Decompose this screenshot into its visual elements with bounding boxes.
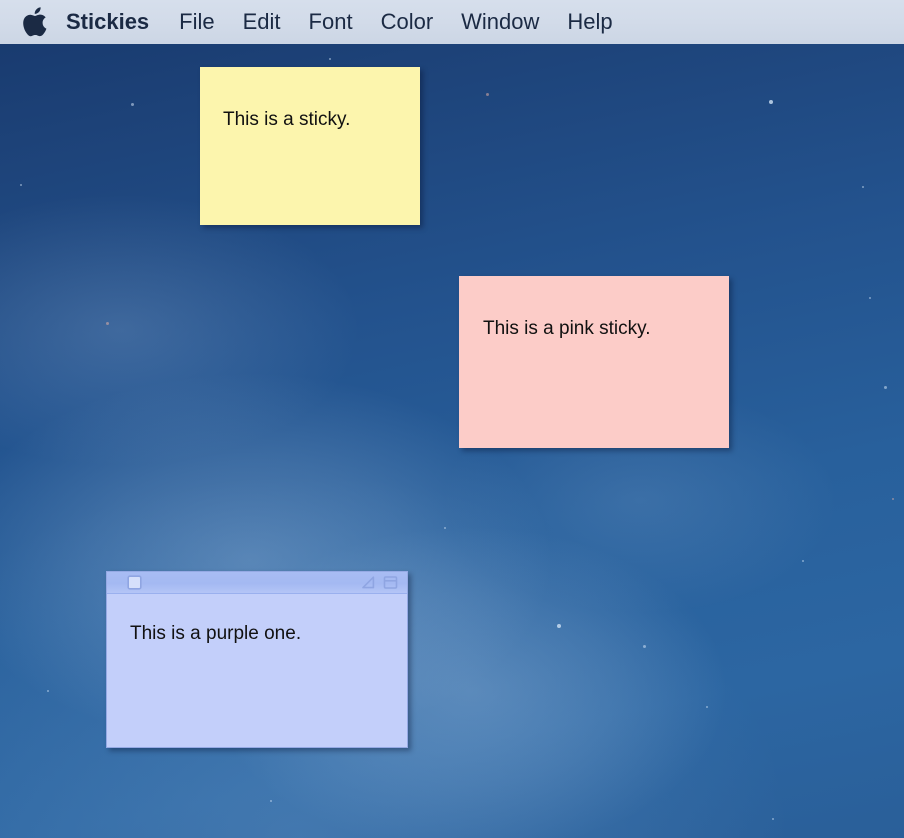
star-speck bbox=[20, 184, 22, 186]
close-box-icon[interactable] bbox=[127, 575, 142, 590]
star-speck bbox=[772, 818, 774, 820]
sticky-note-text[interactable]: This is a pink sticky. bbox=[483, 317, 729, 341]
star-speck bbox=[869, 297, 871, 299]
star-speck bbox=[131, 103, 134, 106]
star-speck bbox=[329, 58, 331, 60]
star-speck bbox=[270, 800, 272, 802]
sticky-note-body[interactable]: This is a sticky. bbox=[200, 108, 420, 225]
menu-item-edit[interactable]: Edit bbox=[229, 11, 295, 33]
collapse-triangle-icon[interactable] bbox=[361, 575, 376, 590]
zoom-window-icon[interactable] bbox=[383, 575, 398, 590]
star-speck bbox=[47, 690, 49, 692]
sticky-note-purple[interactable]: This is a purple one. bbox=[106, 571, 408, 748]
star-speck bbox=[884, 386, 887, 389]
star-speck bbox=[486, 93, 489, 96]
sticky-note-pink[interactable]: This is a pink sticky. bbox=[459, 276, 729, 448]
menu-item-color[interactable]: Color bbox=[367, 11, 448, 33]
titlebar-right-controls bbox=[361, 575, 398, 590]
menu-item-file[interactable]: File bbox=[165, 11, 228, 33]
sticky-note-text[interactable]: This is a sticky. bbox=[223, 108, 420, 132]
sticky-note-yellow[interactable]: This is a sticky. bbox=[200, 67, 420, 225]
sticky-note-body[interactable]: This is a purple one. bbox=[107, 622, 407, 748]
sticky-note-titlebar[interactable] bbox=[107, 572, 407, 594]
menu-item-window[interactable]: Window bbox=[447, 11, 553, 33]
menu-item-help[interactable]: Help bbox=[553, 11, 626, 33]
sticky-note-text[interactable]: This is a purple one. bbox=[130, 622, 407, 646]
apple-menu[interactable] bbox=[0, 7, 48, 38]
star-speck bbox=[802, 560, 804, 562]
menu-item-stickies[interactable]: Stickies bbox=[66, 11, 165, 33]
sticky-note-body[interactable]: This is a pink sticky. bbox=[459, 317, 729, 448]
menu-bar: Stickies File Edit Font Color Window Hel… bbox=[0, 0, 904, 44]
star-speck bbox=[862, 186, 864, 188]
star-speck bbox=[643, 645, 646, 648]
star-speck bbox=[769, 100, 773, 104]
star-speck bbox=[106, 322, 109, 325]
apple-logo-icon bbox=[22, 7, 48, 38]
star-speck bbox=[892, 498, 894, 500]
star-speck bbox=[444, 527, 446, 529]
menu-item-font[interactable]: Font bbox=[295, 11, 367, 33]
star-speck bbox=[557, 624, 561, 628]
star-speck bbox=[706, 706, 708, 708]
